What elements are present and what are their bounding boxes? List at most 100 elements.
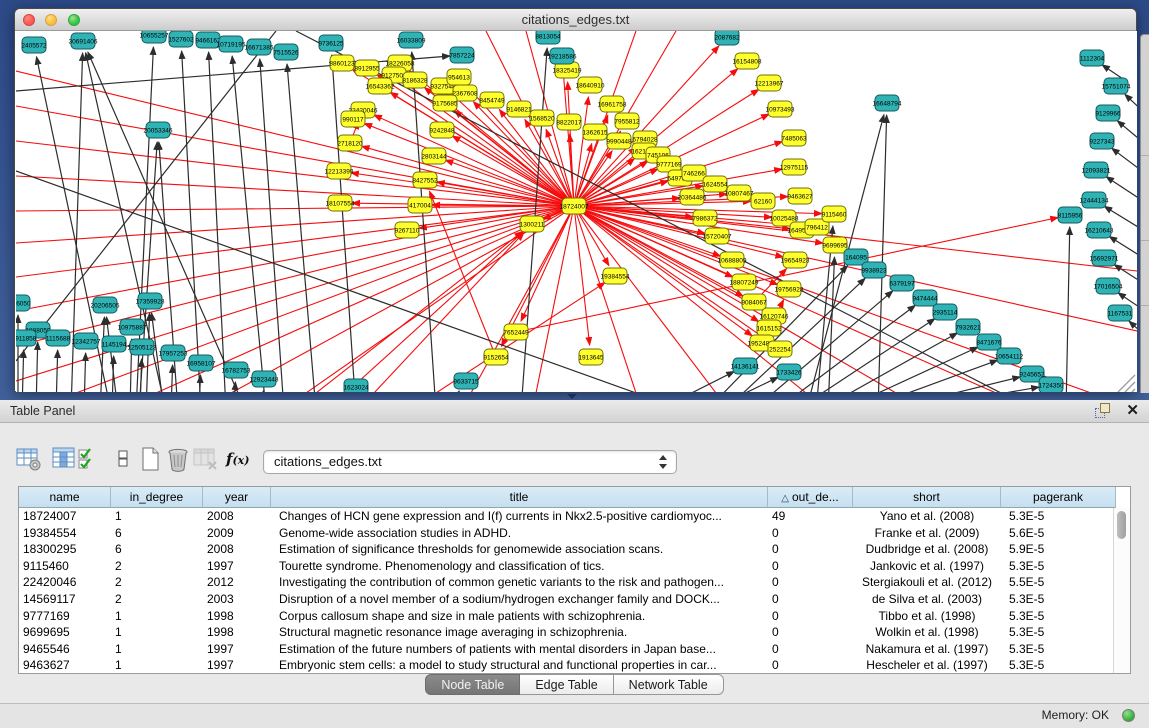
graph-node[interactable]: 7515526 — [273, 44, 299, 60]
column-header-year[interactable]: year — [203, 487, 271, 508]
graph-node[interactable]: 7955812 — [614, 113, 640, 129]
table-cell[interactable]: 14569117 — [19, 591, 111, 608]
table-panel-header[interactable]: Table Panel ✕ — [0, 400, 1149, 423]
graph-node[interactable]: 14136141 — [731, 358, 760, 374]
table-cell[interactable]: 0 — [768, 541, 853, 558]
graph-node[interactable]: 1623024 — [343, 379, 369, 392]
graph-node[interactable]: 12505123 — [128, 339, 157, 355]
graph-node[interactable]: 10719195 — [217, 36, 246, 52]
graph-node[interactable]: 1568520 — [529, 110, 555, 126]
table-cell[interactable]: 5.3E-5 — [1001, 657, 1116, 674]
graph-node[interactable]: 18107554 — [326, 195, 355, 211]
table-row[interactable]: 2242004622012Investigating the contribut… — [19, 574, 1130, 591]
table-cell[interactable]: 18724007 — [19, 508, 111, 525]
table-cell[interactable]: 5.5E-5 — [1001, 574, 1116, 591]
graph-node[interactable]: 16210643 — [1085, 222, 1114, 238]
graph-node[interactable]: 9699695 — [822, 237, 848, 253]
graph-node[interactable]: 12342757 — [72, 333, 101, 349]
graph-node[interactable]: 10655257 — [140, 31, 169, 43]
graph-node[interactable]: 746266 — [682, 165, 706, 181]
citation-network-graph[interactable]: 1872400788601238912955182260589127503165… — [16, 31, 1137, 392]
graph-node[interactable]: 1527602 — [168, 31, 194, 47]
table-cell[interactable]: 1 — [111, 657, 203, 674]
table-cell[interactable]: 1998 — [203, 608, 271, 625]
graph-node[interactable]: 252254 — [768, 341, 792, 357]
graph-node[interactable]: 9175685 — [432, 95, 458, 111]
splitter-handle[interactable] — [567, 394, 577, 399]
graph-node[interactable]: 16958107 — [187, 355, 216, 371]
graph-node[interactable]: 8813054 — [535, 31, 561, 44]
graph-node[interactable]: 7986372 — [692, 210, 718, 226]
graph-node[interactable]: 10975887 — [118, 319, 147, 335]
graph-node[interactable]: 18724007 — [560, 198, 589, 214]
graph-node[interactable]: 9736125 — [318, 35, 344, 51]
table-cell[interactable]: 0 — [768, 608, 853, 625]
graph-node[interactable]: 17957253 — [159, 345, 188, 361]
graph-node[interactable]: 17016504 — [1094, 278, 1123, 294]
table-cell[interactable]: 1 — [111, 608, 203, 625]
graph-node[interactable]: 1724350 — [1038, 377, 1064, 392]
graph-node[interactable]: 10688809 — [718, 252, 747, 268]
column-header-name[interactable]: name — [19, 487, 111, 508]
graph-node[interactable]: 1913645 — [578, 349, 604, 365]
graph-node[interactable]: 20206505 — [91, 297, 120, 313]
graph-node[interactable]: 954613 — [447, 69, 471, 85]
graph-node[interactable]: 8860123 — [329, 55, 355, 71]
table-cell[interactable]: 9465546 — [19, 641, 111, 658]
table-cell[interactable]: Dudbridge et al. (2008) — [853, 541, 1001, 558]
graph-node[interactable]: 16782753 — [222, 362, 251, 378]
table-cell[interactable]: 0 — [768, 624, 853, 641]
table-cell[interactable]: 2003 — [203, 591, 271, 608]
table-cell[interactable]: 49 — [768, 508, 853, 525]
table-cell[interactable]: 22420046 — [19, 574, 111, 591]
graph-node[interactable]: 9115460 — [822, 206, 847, 222]
graph-node[interactable]: 12213399 — [325, 163, 354, 179]
graph-node[interactable]: 9242848 — [429, 122, 455, 138]
table-cell[interactable]: 2 — [111, 574, 203, 591]
graph-node[interactable]: 18640910 — [576, 77, 605, 93]
new-table-icon[interactable] — [138, 446, 164, 472]
graph-node[interactable]: 16648794 — [873, 95, 902, 111]
table-cell[interactable]: 2008 — [203, 541, 271, 558]
tab-network-table[interactable]: Network Table — [614, 674, 724, 695]
graph-node[interactable]: 1362615 — [582, 124, 608, 140]
table-row[interactable]: 1872400712008Changes of HCN gene express… — [19, 508, 1130, 525]
resize-grip-icon[interactable] — [1118, 375, 1135, 392]
graph-node[interactable]: 10654112 — [995, 348, 1024, 364]
column-header-in_degree[interactable]: in_degree — [111, 487, 203, 508]
table-cell[interactable]: 0 — [768, 657, 853, 674]
graph-node[interactable]: 16154808 — [733, 53, 762, 69]
table-cell[interactable]: 2 — [111, 591, 203, 608]
column-header-out_de[interactable]: △out_de... — [768, 487, 853, 508]
table-cell[interactable]: 9699695 — [19, 624, 111, 641]
graph-node[interactable]: 6379197 — [889, 275, 915, 291]
graph-node[interactable]: 2803144 — [421, 148, 447, 164]
column-header-pagerank[interactable]: pagerank — [1001, 487, 1116, 508]
table-cell[interactable]: 6 — [111, 541, 203, 558]
graph-node[interactable]: 12093821 — [1082, 162, 1111, 178]
float-panel-icon[interactable] — [1095, 403, 1110, 418]
table-cell[interactable]: 1 — [111, 624, 203, 641]
table-cell[interactable]: Embryonic stem cells: a model to study s… — [271, 657, 768, 674]
graph-node[interactable]: 7932621 — [955, 319, 981, 335]
graph-node[interactable]: 16033809 — [397, 32, 426, 48]
table-cell[interactable]: 0 — [768, 641, 853, 658]
graph-node[interactable]: 9463627 — [787, 188, 813, 204]
table-row[interactable]: 946362711997Embryonic stem cells: a mode… — [19, 657, 1130, 674]
graph-node[interactable]: 10807467 — [725, 185, 754, 201]
graph-node[interactable]: 2935114 — [933, 304, 958, 320]
graph-node[interactable]: 16671385 — [245, 39, 274, 55]
graph-node[interactable]: 15720407 — [703, 228, 732, 244]
graph-node[interactable]: 18807249 — [730, 274, 759, 290]
table-cell[interactable]: 1997 — [203, 657, 271, 674]
table-cell[interactable]: Disruption of a novel member of a sodium… — [271, 591, 768, 608]
graph-node[interactable]: 8912955 — [354, 60, 380, 76]
graph-node[interactable]: 30691406 — [69, 33, 98, 49]
graph-node[interactable]: 9474444 — [912, 290, 938, 306]
table-cell[interactable]: Estimation of significance thresholds fo… — [271, 541, 768, 558]
graph-node[interactable]: 7652449 — [503, 324, 529, 340]
graph-node[interactable]: 1300211 — [520, 216, 545, 232]
graph-node[interactable]: 12975115 — [780, 159, 809, 175]
graph-node[interactable]: 9990448 — [606, 133, 632, 149]
show-columns-icon[interactable] — [52, 446, 78, 472]
